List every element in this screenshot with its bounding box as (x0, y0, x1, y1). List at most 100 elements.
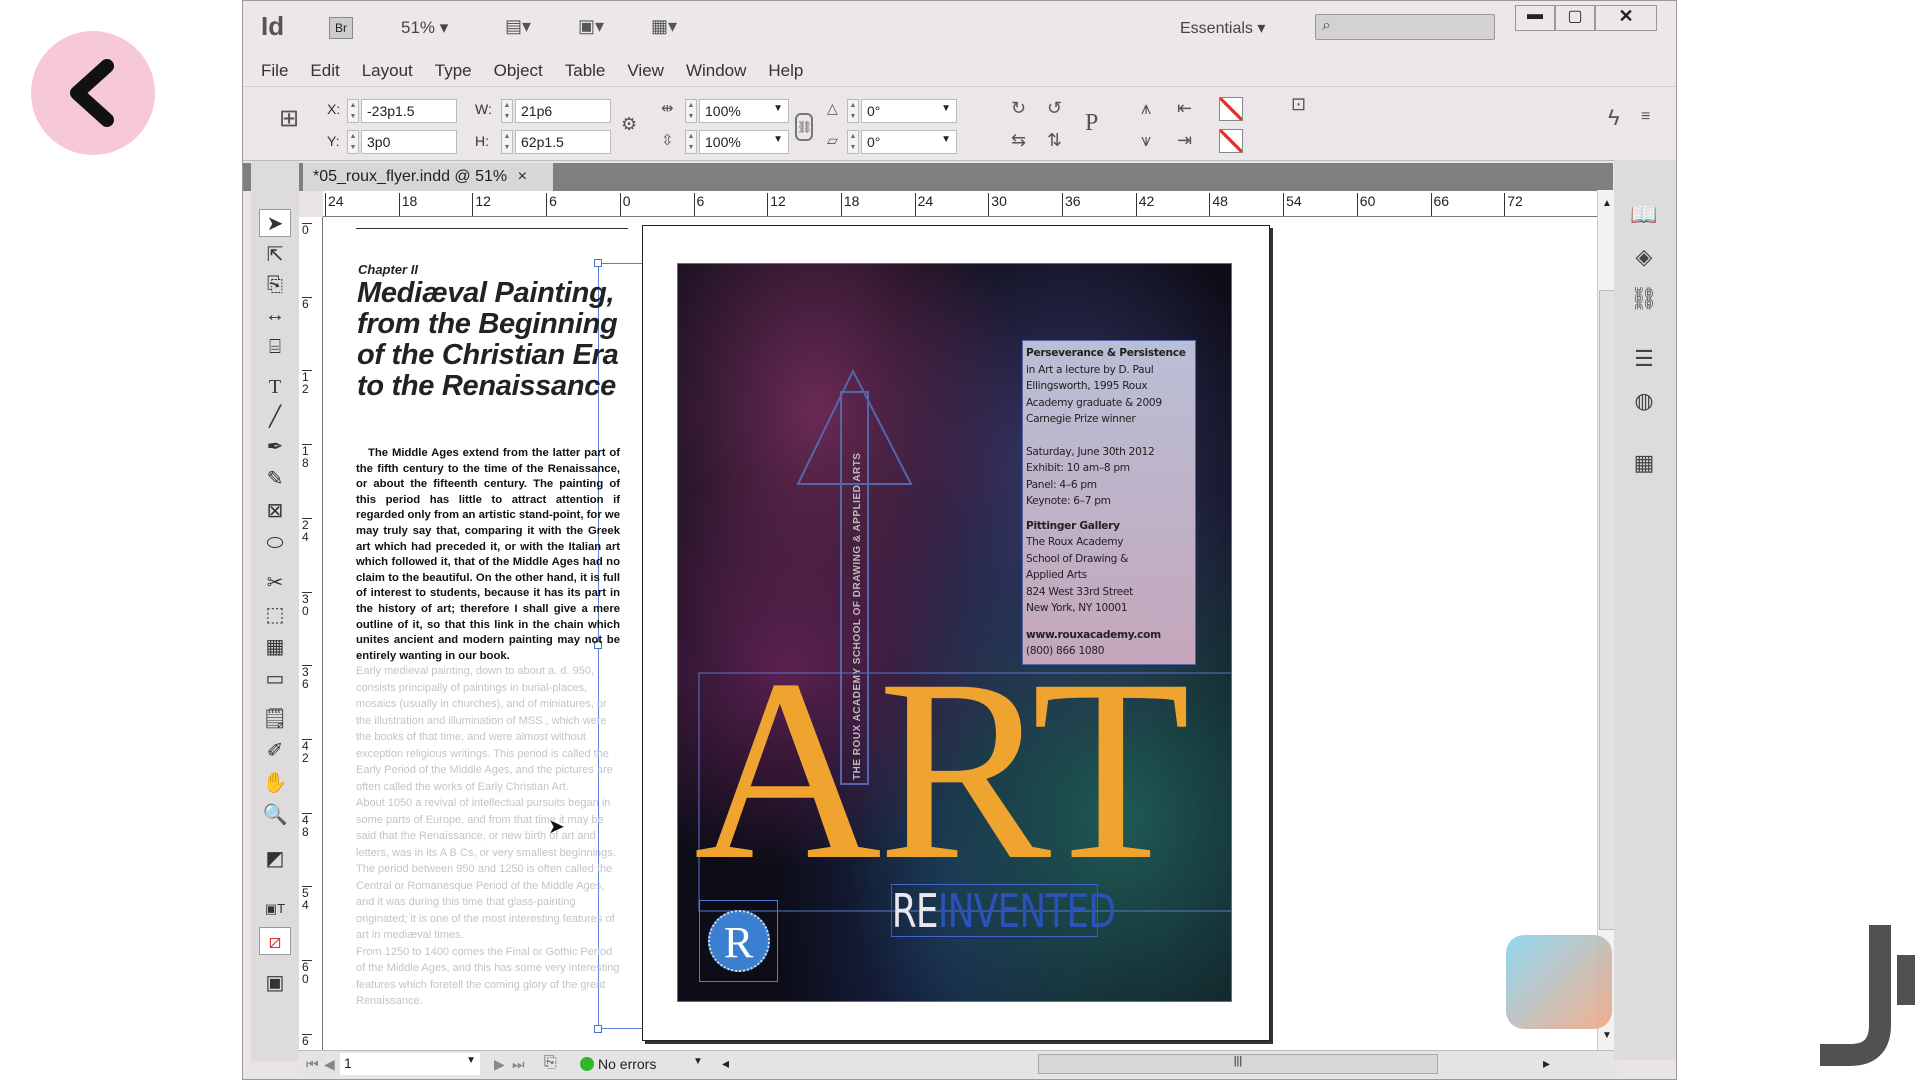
reference-point-icon[interactable]: ⊞ (279, 107, 299, 131)
minimize-button[interactable]: ▬ (1515, 5, 1555, 31)
page-number-field[interactable]: 1 ▼ (340, 1053, 480, 1075)
bridge-button[interactable]: Br (329, 17, 353, 39)
free-transform-tool-icon[interactable]: ⬚ (259, 601, 291, 629)
ellipse-tool-icon[interactable]: ⬭ (259, 529, 291, 557)
h-stepper[interactable]: ▲ ▼ (501, 130, 513, 154)
rotate-field[interactable]: 0° ▼ (861, 99, 957, 123)
scroll-left-icon[interactable]: ◂ (722, 1055, 729, 1072)
frame-handle[interactable] (594, 1025, 602, 1033)
scroll-up-icon[interactable]: ▲ (1602, 198, 1612, 209)
select-previous-icon[interactable]: ⇤ (1177, 99, 1192, 117)
screen-mode-tool-icon[interactable]: ▣ (259, 969, 291, 997)
document-tab[interactable]: *05_roux_flyer.indd @ 51% × (303, 163, 553, 191)
scissors-tool-icon[interactable]: ✂ (259, 569, 291, 597)
apply-none-icon[interactable]: ⧄ (259, 927, 291, 955)
last-page-icon[interactable]: ⏭ (512, 1056, 525, 1073)
lightning-icon[interactable]: ϟ (1608, 107, 1620, 129)
menu-layout[interactable]: Layout (362, 61, 413, 81)
x-stepper[interactable]: ▲ ▼ (347, 99, 359, 123)
menu-help[interactable]: Help (768, 61, 803, 81)
close-button[interactable]: ✕ (1595, 5, 1657, 31)
flip-horizontal-icon[interactable]: ⇆ (1011, 131, 1026, 149)
zoom-dropdown[interactable]: 51% ▾ (401, 18, 448, 38)
rotate-cw-icon[interactable]: ↻ (1011, 99, 1026, 117)
hand-tool-icon[interactable]: ✋ (259, 769, 291, 797)
rectangle-frame-tool-icon[interactable]: ⊠ (259, 497, 291, 525)
view-options-icon[interactable]: ▤▾ (505, 17, 531, 35)
eyedropper-tool-icon[interactable]: ✐ (259, 737, 291, 765)
stroke-swatch[interactable] (1219, 129, 1243, 153)
back-button[interactable] (31, 31, 155, 155)
formatting-affects-icon[interactable]: ▣T (259, 895, 291, 923)
content-collector-icon[interactable]: ⌸ (259, 333, 291, 361)
table-panel-icon[interactable]: ▦ (1628, 450, 1660, 480)
workspace-switcher[interactable]: Essentials ▾ (1180, 18, 1265, 38)
pen-tool-icon[interactable]: ✒ (259, 433, 291, 461)
select-content-icon[interactable]: ⩛ (1141, 131, 1151, 149)
y-stepper[interactable]: ▲ ▼ (347, 130, 359, 154)
select-container-icon[interactable]: ⩚ (1141, 99, 1151, 117)
menu-edit[interactable]: Edit (310, 61, 339, 81)
menu-view[interactable]: View (627, 61, 664, 81)
previous-page-icon[interactable]: ◀ (324, 1056, 335, 1073)
fill-swatch[interactable] (1219, 97, 1243, 121)
gradient-feather-tool-icon[interactable]: ▭ (259, 665, 291, 693)
arrange-documents-icon[interactable]: ▦▾ (651, 17, 677, 35)
menu-table[interactable]: Table (565, 61, 606, 81)
page-tool-icon[interactable]: ⎘ (259, 271, 291, 299)
close-tab-icon[interactable]: × (518, 168, 527, 185)
selection-tool-icon[interactable]: ➤ (259, 209, 291, 237)
shear-stepper[interactable]: ▲ ▼ (847, 130, 859, 154)
layers-panel-icon[interactable]: ◈ (1628, 244, 1660, 274)
w-field[interactable]: 21p6 (515, 99, 611, 123)
fitting-icon[interactable]: ⊡ (1291, 95, 1306, 113)
line-tool-icon[interactable]: ╱ (259, 403, 291, 431)
flip-vertical-icon[interactable]: ⇅ (1047, 131, 1062, 149)
panel-menu-icon[interactable]: ≡ (1641, 109, 1650, 125)
scroll-down-icon[interactable]: ▼ (1602, 1030, 1612, 1041)
horizontal-scrollbar-thumb[interactable]: ||| (1038, 1054, 1438, 1074)
shear-field[interactable]: 0° ▼ (861, 130, 957, 154)
event-info-box[interactable]: Perseverance & Persistence in Art a lect… (1022, 340, 1196, 665)
vertical-scrollbar-thumb[interactable] (1599, 290, 1615, 930)
swatches-panel-icon[interactable]: ◍ (1628, 388, 1660, 418)
w-stepper[interactable]: ▲ ▼ (501, 99, 513, 123)
pencil-tool-icon[interactable]: ✎ (259, 465, 291, 493)
note-tool-icon[interactable]: 🗒 (259, 705, 291, 733)
preflight-menu-icon[interactable]: ▼ (693, 1056, 703, 1067)
scroll-right-icon[interactable]: ▸ (1543, 1055, 1550, 1072)
gradient-tool-icon[interactable]: ▦ (259, 633, 291, 661)
link-scale-icon[interactable]: ⛓ (795, 113, 813, 141)
next-page-icon[interactable]: ▶ (494, 1056, 505, 1073)
constrain-proportions-icon[interactable]: ⚙ (621, 115, 637, 133)
menu-file[interactable]: File (261, 61, 288, 81)
zoom-tool-icon[interactable]: 🔍 (259, 801, 291, 829)
direct-selection-tool-icon[interactable]: ⇱ (259, 241, 291, 269)
rotate-ccw-icon[interactable]: ↺ (1047, 99, 1062, 117)
scale-x-field[interactable]: 100% ▼ (699, 99, 789, 123)
stroke-panel-icon[interactable]: ☰ (1628, 346, 1660, 376)
pages-panel-icon[interactable]: 📖 (1628, 202, 1660, 232)
h-field[interactable]: 62p1.5 (515, 130, 611, 154)
first-page-icon[interactable]: ⏮ (306, 1056, 319, 1073)
search-input[interactable]: ⌕ (1315, 14, 1495, 40)
menu-window[interactable]: Window (686, 61, 746, 81)
scale-y-stepper[interactable]: ▲ ▼ (685, 130, 697, 154)
preflight-status[interactable]: No errors (598, 1056, 656, 1072)
open-page-icon[interactable]: ⎘ (544, 1054, 557, 1072)
links-panel-icon[interactable]: ⛓ (1628, 286, 1660, 316)
type-tool-icon[interactable]: T (259, 373, 291, 401)
y-field[interactable]: 3p0 (361, 130, 457, 154)
maximize-button[interactable]: ▢ (1555, 5, 1595, 31)
fill-stroke-icon[interactable]: ◩ (259, 845, 291, 873)
select-next-icon[interactable]: ⇥ (1177, 131, 1192, 149)
scale-y-field[interactable]: 100% ▼ (699, 130, 789, 154)
rotate-stepper[interactable]: ▲ ▼ (847, 99, 859, 123)
screen-mode-icon[interactable]: ▣▾ (578, 17, 604, 35)
x-field[interactable]: -23p1.5 (361, 99, 457, 123)
gap-tool-icon[interactable]: ↔ (259, 301, 291, 329)
menu-object[interactable]: Object (494, 61, 543, 81)
menu-type[interactable]: Type (435, 61, 472, 81)
frame-handle[interactable] (594, 259, 602, 267)
scale-x-stepper[interactable]: ▲ ▼ (685, 99, 697, 123)
